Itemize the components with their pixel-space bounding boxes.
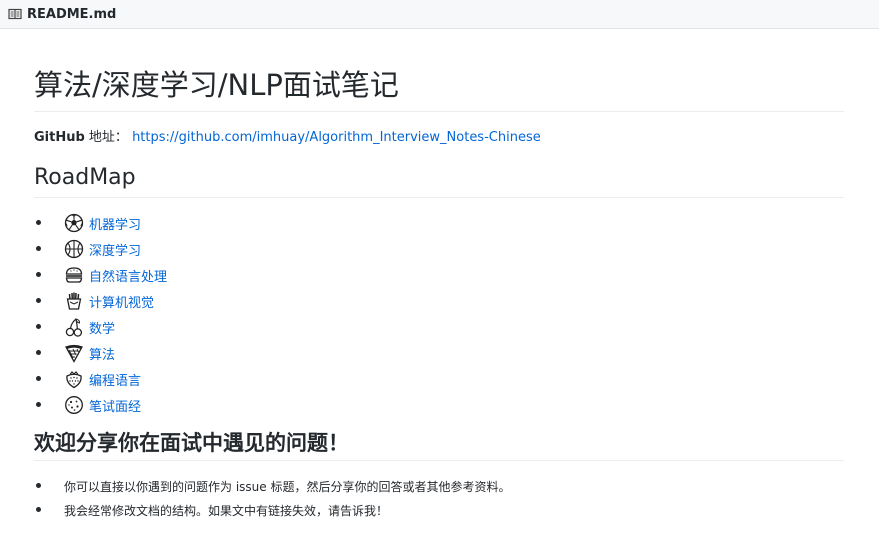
github-repo-link[interactable]: https://github.com/imhuay/Algorithm_Inte…: [132, 130, 541, 145]
pizza-icon: [64, 343, 84, 363]
roadmap-link-dl[interactable]: 深度学习: [89, 240, 141, 259]
roadmap-list: 机器学习 深度学习 自然语言处理 计算机视觉 数学 算法 编程语言 笔试面经: [34, 210, 844, 418]
welcome-list: 你可以直接以你遇到的问题作为 issue 标题，然后分享你的回答或者其他参考资料…: [34, 474, 844, 522]
github-address-line: GitHub 地址： https://github.com/imhuay/Alg…: [34, 112, 844, 148]
roadmap-heading: RoadMap: [34, 148, 844, 198]
strawberry-icon: [64, 369, 84, 389]
roadmap-link-programming[interactable]: 编程语言: [89, 370, 141, 389]
list-item: 编程语言: [34, 366, 844, 392]
book-icon: [8, 7, 22, 21]
file-header: README.md: [0, 0, 879, 29]
list-item: 笔试面经: [34, 392, 844, 418]
roadmap-link-ml[interactable]: 机器学习: [89, 214, 141, 233]
fries-icon: [64, 291, 84, 311]
list-item: 深度学习: [34, 236, 844, 262]
file-name: README.md: [27, 6, 117, 22]
list-item: 机器学习: [34, 210, 844, 236]
github-address-suffix: 地址：: [84, 130, 128, 145]
roadmap-link-interview[interactable]: 笔试面经: [89, 396, 141, 415]
roadmap-link-algorithm[interactable]: 算法: [89, 344, 115, 363]
welcome-heading: 欢迎分享你在面试中遇见的问题！: [34, 418, 844, 461]
list-item: 算法: [34, 340, 844, 366]
cherries-icon: [64, 317, 84, 337]
basketball-icon: [64, 239, 84, 259]
list-item: 数学: [34, 314, 844, 340]
page-title: 算法/深度学习/NLP面试笔记: [34, 29, 844, 112]
list-item: 计算机视觉: [34, 288, 844, 314]
readme-body: 算法/深度学习/NLP面试笔记 GitHub 地址： https://githu…: [34, 29, 844, 522]
hamburger-icon: [64, 265, 84, 285]
roadmap-link-math[interactable]: 数学: [89, 318, 115, 337]
github-label: GitHub: [34, 130, 85, 145]
cookie-icon: [64, 395, 84, 415]
list-item: 我会经常修改文档的结构。如果文中有链接失效，请告诉我！: [34, 498, 844, 522]
list-item: 自然语言处理: [34, 262, 844, 288]
list-item: 你可以直接以你遇到的问题作为 issue 标题，然后分享你的回答或者其他参考资料…: [34, 474, 844, 498]
roadmap-link-nlp[interactable]: 自然语言处理: [89, 266, 167, 285]
soccer-ball-icon: [64, 213, 84, 233]
roadmap-link-cv[interactable]: 计算机视觉: [89, 292, 154, 311]
